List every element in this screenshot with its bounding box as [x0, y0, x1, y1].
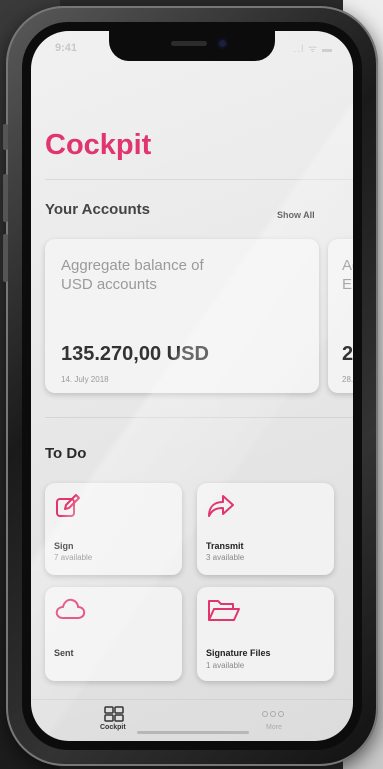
- app-screen: 9:41 ..l ᯤ ▬ Cockpit Your Accounts Show …: [31, 31, 353, 741]
- account-balance: 135.270,00 USD: [61, 343, 209, 365]
- account-description-line: USD accounts: [61, 276, 157, 293]
- account-description: Ag EU: [342, 256, 353, 294]
- volume-down-button: [3, 234, 8, 282]
- account-date: 28.: [342, 375, 353, 384]
- share-arrow-icon: [208, 495, 234, 517]
- notch: [109, 31, 275, 61]
- todo-count: 1 available: [206, 661, 245, 670]
- todo-count: 3 available: [206, 553, 245, 562]
- home-indicator: [137, 731, 249, 734]
- mute-switch: [3, 124, 8, 150]
- divider: [45, 179, 353, 180]
- status-time: 9:41: [55, 42, 78, 54]
- folder-open-icon: [208, 600, 240, 621]
- todo-tile-sign[interactable]: Sign 7 available: [45, 483, 182, 575]
- todo-count: 7 available: [54, 553, 93, 562]
- tab-label: More: [266, 724, 282, 731]
- show-all-button[interactable]: Show All: [277, 210, 315, 220]
- account-date: 14. July 2018: [61, 375, 109, 384]
- todo-tile-sent[interactable]: Sent: [45, 587, 182, 681]
- cloud-icon: [55, 598, 86, 619]
- todo-label: Signature Files: [206, 648, 271, 658]
- more-dots-icon: [262, 711, 284, 717]
- account-card[interactable]: Aggregate balance of USD accounts 135.27…: [45, 239, 319, 393]
- speaker-grille: [171, 41, 207, 46]
- phone-frame: 9:41 ..l ᯤ ▬ Cockpit Your Accounts Show …: [3, 6, 378, 766]
- page-title: Cockpit: [45, 129, 152, 161]
- tab-more[interactable]: More: [251, 706, 297, 732]
- todo-label: Transmit: [206, 541, 244, 551]
- status-icons: ..l ᯤ ▬: [293, 44, 333, 55]
- grid-icon: [104, 706, 124, 722]
- divider: [45, 417, 353, 418]
- phone-bezel: 9:41 ..l ᯤ ▬ Cockpit Your Accounts Show …: [22, 22, 362, 750]
- todo-heading: To Do: [45, 445, 87, 462]
- todo-label: Sign: [54, 541, 74, 551]
- account-description-line: Aggregate balance of: [61, 257, 204, 274]
- front-camera-icon: [217, 38, 228, 49]
- account-description-line: Ag: [342, 257, 353, 274]
- tab-label: Cockpit: [100, 724, 126, 731]
- account-balance: 2: [342, 343, 353, 365]
- account-card-partial[interactable]: Ag EU 2 28.: [328, 239, 353, 393]
- accounts-heading: Your Accounts: [45, 201, 151, 218]
- tab-bar-divider: [31, 699, 353, 700]
- tab-cockpit[interactable]: Cockpit: [91, 706, 137, 732]
- todo-tile-transmit[interactable]: Transmit 3 available: [197, 483, 334, 575]
- edit-icon: [56, 494, 80, 517]
- account-description: Aggregate balance of USD accounts: [61, 256, 261, 294]
- todo-label: Sent: [54, 648, 74, 658]
- account-description-line: EU: [342, 276, 353, 293]
- volume-up-button: [3, 174, 8, 222]
- todo-tile-signature-files[interactable]: Signature Files 1 available: [197, 587, 334, 681]
